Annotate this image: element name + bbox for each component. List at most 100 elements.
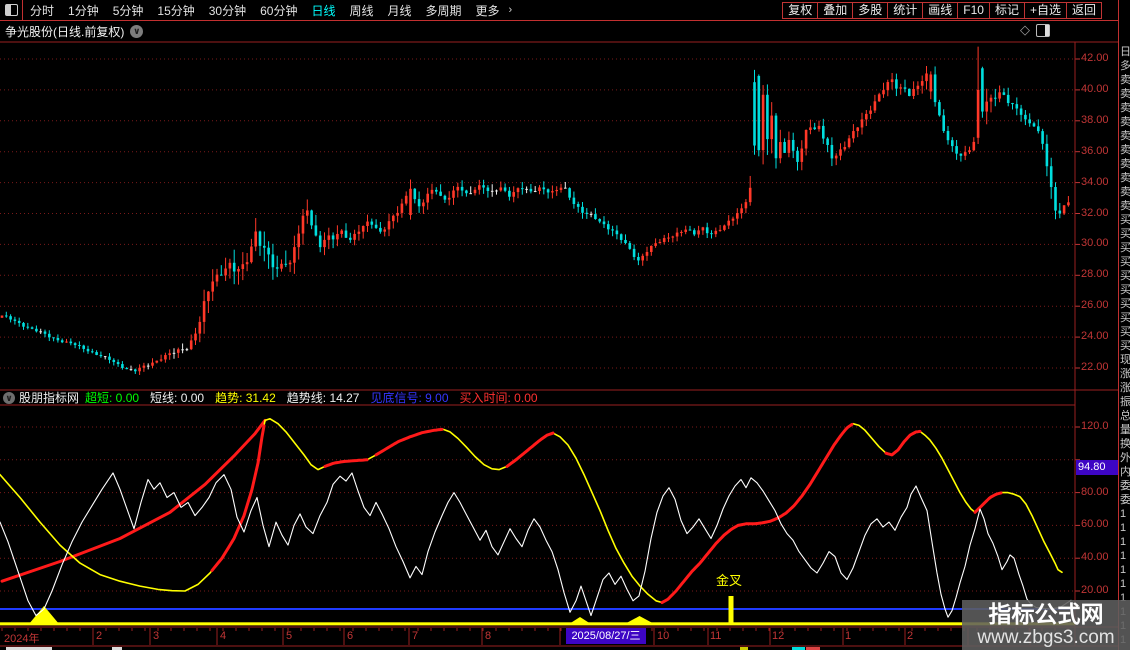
more-arrow-icon[interactable]: › <box>507 4 515 16</box>
oscillator-label: 120.0 <box>1081 420 1109 432</box>
month-label: 2024年 <box>4 633 40 645</box>
month-label: 7 <box>412 630 419 642</box>
clipped-glyph: 卖 <box>1120 200 1130 212</box>
indicator-header: ∨ 股朋指标网 超短: 0.00 短线: 0.00 趋势: 31.42 趋势线: 14… <box>0 390 1075 405</box>
chart-canvas[interactable] <box>0 0 1130 650</box>
price-label: 22.00 <box>1081 361 1109 373</box>
toolbar-button-多股[interactable]: 多股 <box>852 1 889 19</box>
period-tab-1分钟[interactable]: 1分钟 <box>61 2 106 19</box>
price-label: 40.00 <box>1081 82 1109 95</box>
toolbar-button-F10[interactable]: F10 <box>957 1 990 19</box>
price-label: 24.00 <box>1081 330 1109 343</box>
clipped-glyph: 卖 <box>1120 88 1130 100</box>
watermark-site-url: www.zbgs3.com <box>977 627 1115 648</box>
toolbar-button-复权[interactable]: 复权 <box>782 1 819 19</box>
oscillator-label: 40.00 <box>1081 551 1109 564</box>
month-label: 2 <box>907 630 914 642</box>
clipped-glyph: 涨 <box>1120 382 1130 394</box>
clipped-glyph: 买 <box>1120 326 1130 338</box>
oscillator-label: 20.00 <box>1081 584 1109 596</box>
clipped-glyph: 1 <box>1120 550 1127 562</box>
clipped-glyph: 买 <box>1120 256 1130 268</box>
month-label: 10 <box>657 630 670 642</box>
collapsed-quote-panel-edge[interactable]: 日多卖卖卖卖卖卖卖卖卖卖买买买买买买买买买买现涨涨振总量换外内委委1111111… <box>1118 0 1130 650</box>
toolbar-button-叠加[interactable]: 叠加 <box>817 1 854 19</box>
price-label: 34.00 <box>1081 175 1109 188</box>
chevron-down-icon[interactable]: ∨ <box>3 391 15 404</box>
period-tab-60分钟[interactable]: 60分钟 <box>253 2 304 19</box>
indicator-field-趋势线: 趋势线: 14.27 <box>286 391 360 405</box>
price-label: 30.00 <box>1081 237 1109 250</box>
clipped-glyph: 买 <box>1120 270 1130 282</box>
clipped-glyph: 委 <box>1120 480 1130 492</box>
toolbar-button-返回[interactable]: 返回 <box>1065 1 1102 19</box>
clipped-glyph: 内 <box>1120 466 1130 478</box>
clipped-glyph: 卖 <box>1120 116 1130 128</box>
clipped-glyph: 1 <box>1120 508 1127 520</box>
clipped-glyph: 买 <box>1120 214 1130 226</box>
period-tab-15分钟[interactable]: 15分钟 <box>150 2 201 19</box>
clipped-glyph: 卖 <box>1120 102 1130 114</box>
period-tab-30分钟[interactable]: 30分钟 <box>202 2 253 19</box>
period-tab-日线[interactable]: 日线 <box>304 2 342 19</box>
toolbar-button-+自选[interactable]: +自选 <box>1023 1 1067 19</box>
price-label: 42.00 <box>1081 52 1109 64</box>
toolbar-button-标记[interactable]: 标记 <box>988 1 1025 19</box>
period-tab-周线[interactable]: 周线 <box>342 2 380 19</box>
price-label: 32.00 <box>1081 206 1109 219</box>
clipped-glyph: 1 <box>1120 578 1127 590</box>
price-label: 26.00 <box>1081 299 1109 312</box>
oscillator-label: 60.00 <box>1081 518 1109 531</box>
trading-app-window: 分时 1分钟 5分钟 15分钟 30分钟 60分钟 日线 周线 月线 多周期 更多 › 复权 叠加 多股… <box>0 0 1130 650</box>
month-label: 3 <box>153 630 160 642</box>
indicator-name[interactable]: 股朋指标网 <box>19 389 79 406</box>
oscillator-label: 80.00 <box>1081 485 1109 498</box>
clipped-glyph: 1 <box>1120 564 1127 576</box>
period-tab-月线[interactable]: 月线 <box>381 2 419 19</box>
layout-icon <box>4 4 18 16</box>
toolbar-button-画线[interactable]: 画线 <box>922 1 959 19</box>
period-tab-5分钟[interactable]: 5分钟 <box>106 2 151 19</box>
clipped-glyph: 卖 <box>1120 172 1130 184</box>
period-tab-更多[interactable]: 更多 <box>469 2 507 19</box>
y-axis-value-marker: 94.80 <box>1076 460 1120 476</box>
clipped-glyph: 涨 <box>1120 368 1130 380</box>
chevron-down-icon[interactable]: ∨ <box>130 24 144 38</box>
chart-title-bar: 争光股份(日线.前复权) ∨ <box>0 21 1118 41</box>
month-label: 12 <box>772 630 785 642</box>
clipped-glyph: 卖 <box>1120 130 1130 142</box>
month-label: 6 <box>347 630 354 642</box>
watermark: 指标公式网 www.zbgs3.com <box>962 600 1130 650</box>
indicator-field-短线: 短线: 0.00 <box>150 391 205 405</box>
clipped-glyph: 总 <box>1120 410 1130 422</box>
month-label: 4 <box>220 630 227 642</box>
indicator-field-见底信号: 见底信号: 9.00 <box>370 391 449 405</box>
clipped-glyph: 买 <box>1120 242 1130 254</box>
clipped-glyph: 卖 <box>1120 74 1130 86</box>
layout-toggle-button[interactable] <box>0 0 23 20</box>
diamond-icon[interactable]: ◇ <box>1020 22 1030 38</box>
period-tab-分时[interactable]: 分时 <box>23 2 61 19</box>
clipped-glyph: 现 <box>1120 354 1130 366</box>
indicator-field-买入时间: 买入时间: 0.00 <box>459 391 538 405</box>
toolbar-button-统计[interactable]: 统计 <box>887 1 924 19</box>
clipped-glyph: 买 <box>1120 340 1130 352</box>
date-highlight: 2025/08/27/三 <box>566 628 646 644</box>
price-label: 28.00 <box>1081 268 1109 281</box>
clipped-glyph: 卖 <box>1120 144 1130 156</box>
period-tabs: 分时 1分钟 5分钟 15分钟 30分钟 60分钟 日线 周线 月线 多周期 更多 <box>23 2 507 19</box>
period-tab-多周期[interactable]: 多周期 <box>419 2 469 19</box>
toolbar-buttons: 复权 叠加 多股 统计 画线 F10 标记 +自选 返回 <box>782 1 1102 19</box>
clipped-glyph: 卖 <box>1120 158 1130 170</box>
clipped-glyph: 1 <box>1120 536 1127 548</box>
indicator-values: 超短: 0.00 短线: 0.00 趋势: 31.42 趋势线: 14.27 见底信号:… <box>85 389 549 406</box>
clipped-glyph: 多 <box>1120 60 1130 72</box>
panel-toggle-icon[interactable] <box>1036 23 1050 37</box>
chart-corner-icons: ◇ <box>1020 22 1050 38</box>
clipped-glyph: 量 <box>1120 424 1130 436</box>
indicator-field-超短: 超短: 0.00 <box>85 391 140 405</box>
clipped-glyph: 委 <box>1120 494 1130 506</box>
watermark-site-name: 指标公式网 <box>988 601 1104 627</box>
clipped-glyph: 1 <box>1120 522 1127 534</box>
price-label: 36.00 <box>1081 144 1109 157</box>
